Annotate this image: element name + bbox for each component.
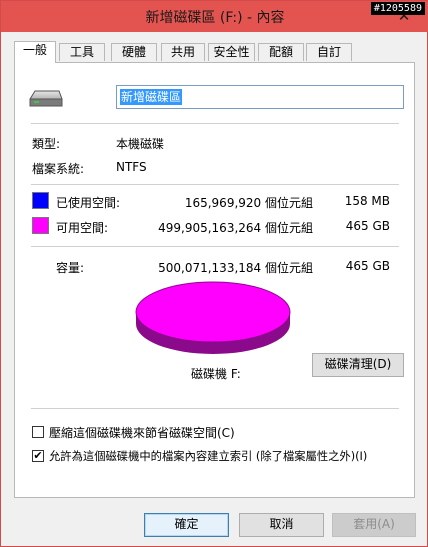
volume-name-text: 新增磁碟區 xyxy=(120,89,183,105)
drive-icon xyxy=(29,90,63,107)
general-tab-panel: 新增磁碟區 類型: 本機磁碟 檔案系統: NTFS 已使用空間: 165,969… xyxy=(14,62,415,498)
checkmark-icon: ✔ xyxy=(33,449,43,462)
type-value: 本機磁碟 xyxy=(116,137,165,151)
divider xyxy=(31,246,399,247)
window-title: 新增磁碟區 (F:) - 內容 xyxy=(145,10,285,26)
capacity-size: 465 GB xyxy=(345,259,390,273)
pie-free-slice xyxy=(135,281,291,343)
used-space-label: 已使用空間: xyxy=(56,196,121,210)
free-space-bytes: 499,905,163,264 個位元組 xyxy=(158,221,313,235)
tab-customize[interactable]: 自訂 xyxy=(306,43,352,61)
apply-button[interactable]: 套用(A) xyxy=(332,513,416,537)
compress-checkbox[interactable] xyxy=(32,426,44,438)
filesystem-label: 檔案系統: xyxy=(32,162,85,176)
filesystem-value: NTFS xyxy=(116,160,147,174)
used-space-swatch xyxy=(32,192,49,209)
tab-sharing[interactable]: 共用 xyxy=(161,43,205,61)
disk-usage-pie xyxy=(135,281,291,354)
cancel-button[interactable]: 取消 xyxy=(239,513,324,537)
used-space-size: 158 MB xyxy=(344,194,390,208)
free-space-swatch xyxy=(32,217,49,234)
free-space-label: 可用空間: xyxy=(56,221,109,235)
divider xyxy=(31,123,399,124)
free-space-size: 465 GB xyxy=(345,219,390,233)
tab-quota[interactable]: 配額 xyxy=(258,43,304,61)
used-space-bytes: 165,969,920 個位元組 xyxy=(184,196,313,210)
drive-label: 磁碟機 F: xyxy=(191,367,241,381)
tab-security[interactable]: 安全性 xyxy=(208,43,255,61)
properties-window: 新增磁碟區 (F:) - 內容 ✕ #1205589 一般 工具 硬體 共用 安… xyxy=(0,0,428,547)
title-bar[interactable]: 新增磁碟區 (F:) - 內容 ✕ xyxy=(1,1,428,32)
compress-label[interactable]: 壓縮這個磁碟機來節省磁碟空間(C) xyxy=(49,424,235,441)
divider xyxy=(31,408,399,409)
index-checkbox[interactable]: ✔ xyxy=(32,450,44,462)
type-label: 類型: xyxy=(32,137,61,151)
capacity-bytes: 500,071,133,184 個位元組 xyxy=(158,261,313,275)
capacity-label: 容量: xyxy=(56,261,85,275)
tab-hardware[interactable]: 硬體 xyxy=(111,43,157,61)
ok-button[interactable]: 確定 xyxy=(144,513,229,537)
volume-name-input[interactable]: 新增磁碟區 xyxy=(116,85,404,109)
disk-cleanup-button[interactable]: 磁碟清理(D) xyxy=(312,353,404,377)
tab-general[interactable]: 一般 xyxy=(14,41,56,63)
tab-tools[interactable]: 工具 xyxy=(59,43,105,61)
image-id-badge: #1205589 xyxy=(370,2,425,15)
divider xyxy=(31,184,399,185)
index-label[interactable]: 允許為這個磁碟機中的檔案內容建立索引 (除了檔案屬性之外)(I) xyxy=(49,448,367,464)
